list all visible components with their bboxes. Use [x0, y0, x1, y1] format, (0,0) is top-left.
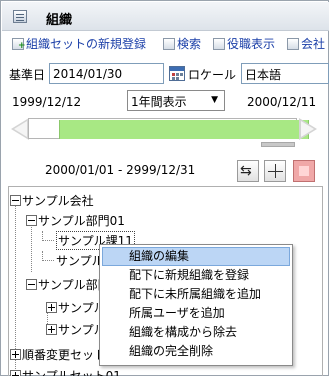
slider-left-arrow-icon[interactable]	[11, 118, 29, 140]
slider-range-fill[interactable]	[59, 120, 309, 139]
document-icon	[287, 37, 299, 50]
slider-scroll-handle[interactable]	[261, 142, 295, 147]
tree-branch-line	[42, 251, 54, 261]
tree-node-label: サンプル会社	[22, 193, 94, 208]
show-positions-label: 役職表示	[227, 37, 276, 51]
slider-right-arrow-icon[interactable]	[299, 118, 317, 140]
tree-node-label: 順番変更セット	[22, 347, 107, 362]
range-start-date: 1999/12/12	[12, 95, 82, 109]
tree-branch-line	[42, 231, 54, 241]
tree-node-sample[interactable]: サンプル	[42, 250, 104, 270]
expand-toggle-icon[interactable]	[46, 323, 57, 335]
menu-item-remove-from-structure[interactable]: 組織を構成から除去	[100, 323, 292, 342]
context-menu: 組織の編集 配下に新規組織を登録 配下に未所属組織を追加 所属ユーザを追加 組織…	[99, 244, 293, 366]
slider-track[interactable]	[28, 118, 309, 139]
base-date-input[interactable]	[49, 63, 164, 84]
tree-node-department-01[interactable]: サンプル部門01	[26, 210, 125, 230]
collapse-toggle-icon[interactable]	[26, 214, 37, 226]
add-organization-set-label: 組織セットの新規登録	[26, 37, 147, 51]
collapse-toggle-icon[interactable]	[26, 278, 37, 290]
calendar-icon[interactable]	[169, 66, 185, 81]
locale-label: ロケール	[188, 68, 237, 82]
title-bar: 組織	[2, 2, 329, 31]
tree-node-company[interactable]: サンプル会社	[10, 190, 94, 210]
search-button[interactable]: 検索	[163, 35, 201, 52]
tree-node-sample-set-01[interactable]: サンプルセット01	[10, 365, 121, 376]
show-positions-button[interactable]: 役職表示	[213, 35, 275, 52]
tree-node-label: サンプル部門01	[38, 213, 125, 228]
filter-row: 基準日 ロケール 日本語	[2, 62, 329, 86]
organization-window: 組織 組織セットの新規登録 検索 役職表示 会社 基準日 ロケール 日本語 19…	[0, 0, 329, 376]
tree-node-label: サンプル	[56, 253, 104, 268]
add-organization-set-button[interactable]: 組織セットの新規登録	[12, 35, 146, 52]
tree-node-order-change-set[interactable]: 順番変更セット	[10, 344, 106, 364]
tree-node-sample-collapsed[interactable]: サンプル	[46, 297, 106, 317]
tree-node-department[interactable]: サンプル部門	[26, 274, 110, 294]
date-range-slider	[11, 117, 317, 147]
menu-item-register-child[interactable]: 配下に新規組織を登録	[100, 266, 292, 285]
menu-item-add-user[interactable]: 所属ユーザを追加	[100, 304, 292, 323]
document-icon	[163, 37, 175, 50]
base-date-label: 基準日	[9, 68, 46, 82]
expand-icon[interactable]	[237, 160, 259, 182]
chevron-down-icon: ▼	[211, 95, 218, 105]
expand-toggle-icon[interactable]	[10, 369, 21, 376]
close-icon[interactable]	[293, 160, 315, 182]
add-icon	[12, 37, 26, 51]
menu-item-edit-organization[interactable]: 組織の編集	[102, 247, 290, 266]
range-end-date: 2000/12/11	[247, 95, 317, 109]
menu-item-add-unassigned[interactable]: 配下に未所属組織を追加	[100, 285, 292, 304]
validity-period: 2000/01/01 - 2999/12/31	[45, 163, 196, 177]
tree-node-label: サンプルセット01	[22, 368, 121, 376]
collapse-toggle-icon[interactable]	[10, 194, 21, 206]
window-title: 組織	[46, 13, 73, 28]
company-button[interactable]: 会社	[287, 35, 325, 52]
period-select-value: 1年間表示	[131, 95, 187, 109]
company-label: 会社	[301, 37, 326, 51]
window-icon	[13, 10, 27, 23]
period-select[interactable]: 1年間表示 ▼	[127, 90, 225, 111]
expand-toggle-icon[interactable]	[46, 301, 57, 313]
locale-select[interactable]: 日本語	[241, 63, 329, 84]
toolbar: 組織セットの新規登録 検索 役職表示 会社	[2, 32, 329, 56]
range-row: 1999/12/12 1年間表示 ▼ 2000/12/11	[2, 89, 329, 113]
period-row: 2000/01/01 - 2999/12/31	[2, 158, 329, 186]
document-icon	[213, 37, 225, 50]
collapse-icon[interactable]	[264, 160, 286, 182]
tree-node-sample-collapsed[interactable]: サンプル	[46, 319, 106, 339]
menu-item-delete-completely[interactable]: 組織の完全削除	[100, 342, 292, 361]
search-label: 検索	[177, 37, 202, 51]
expand-toggle-icon[interactable]	[10, 348, 21, 360]
